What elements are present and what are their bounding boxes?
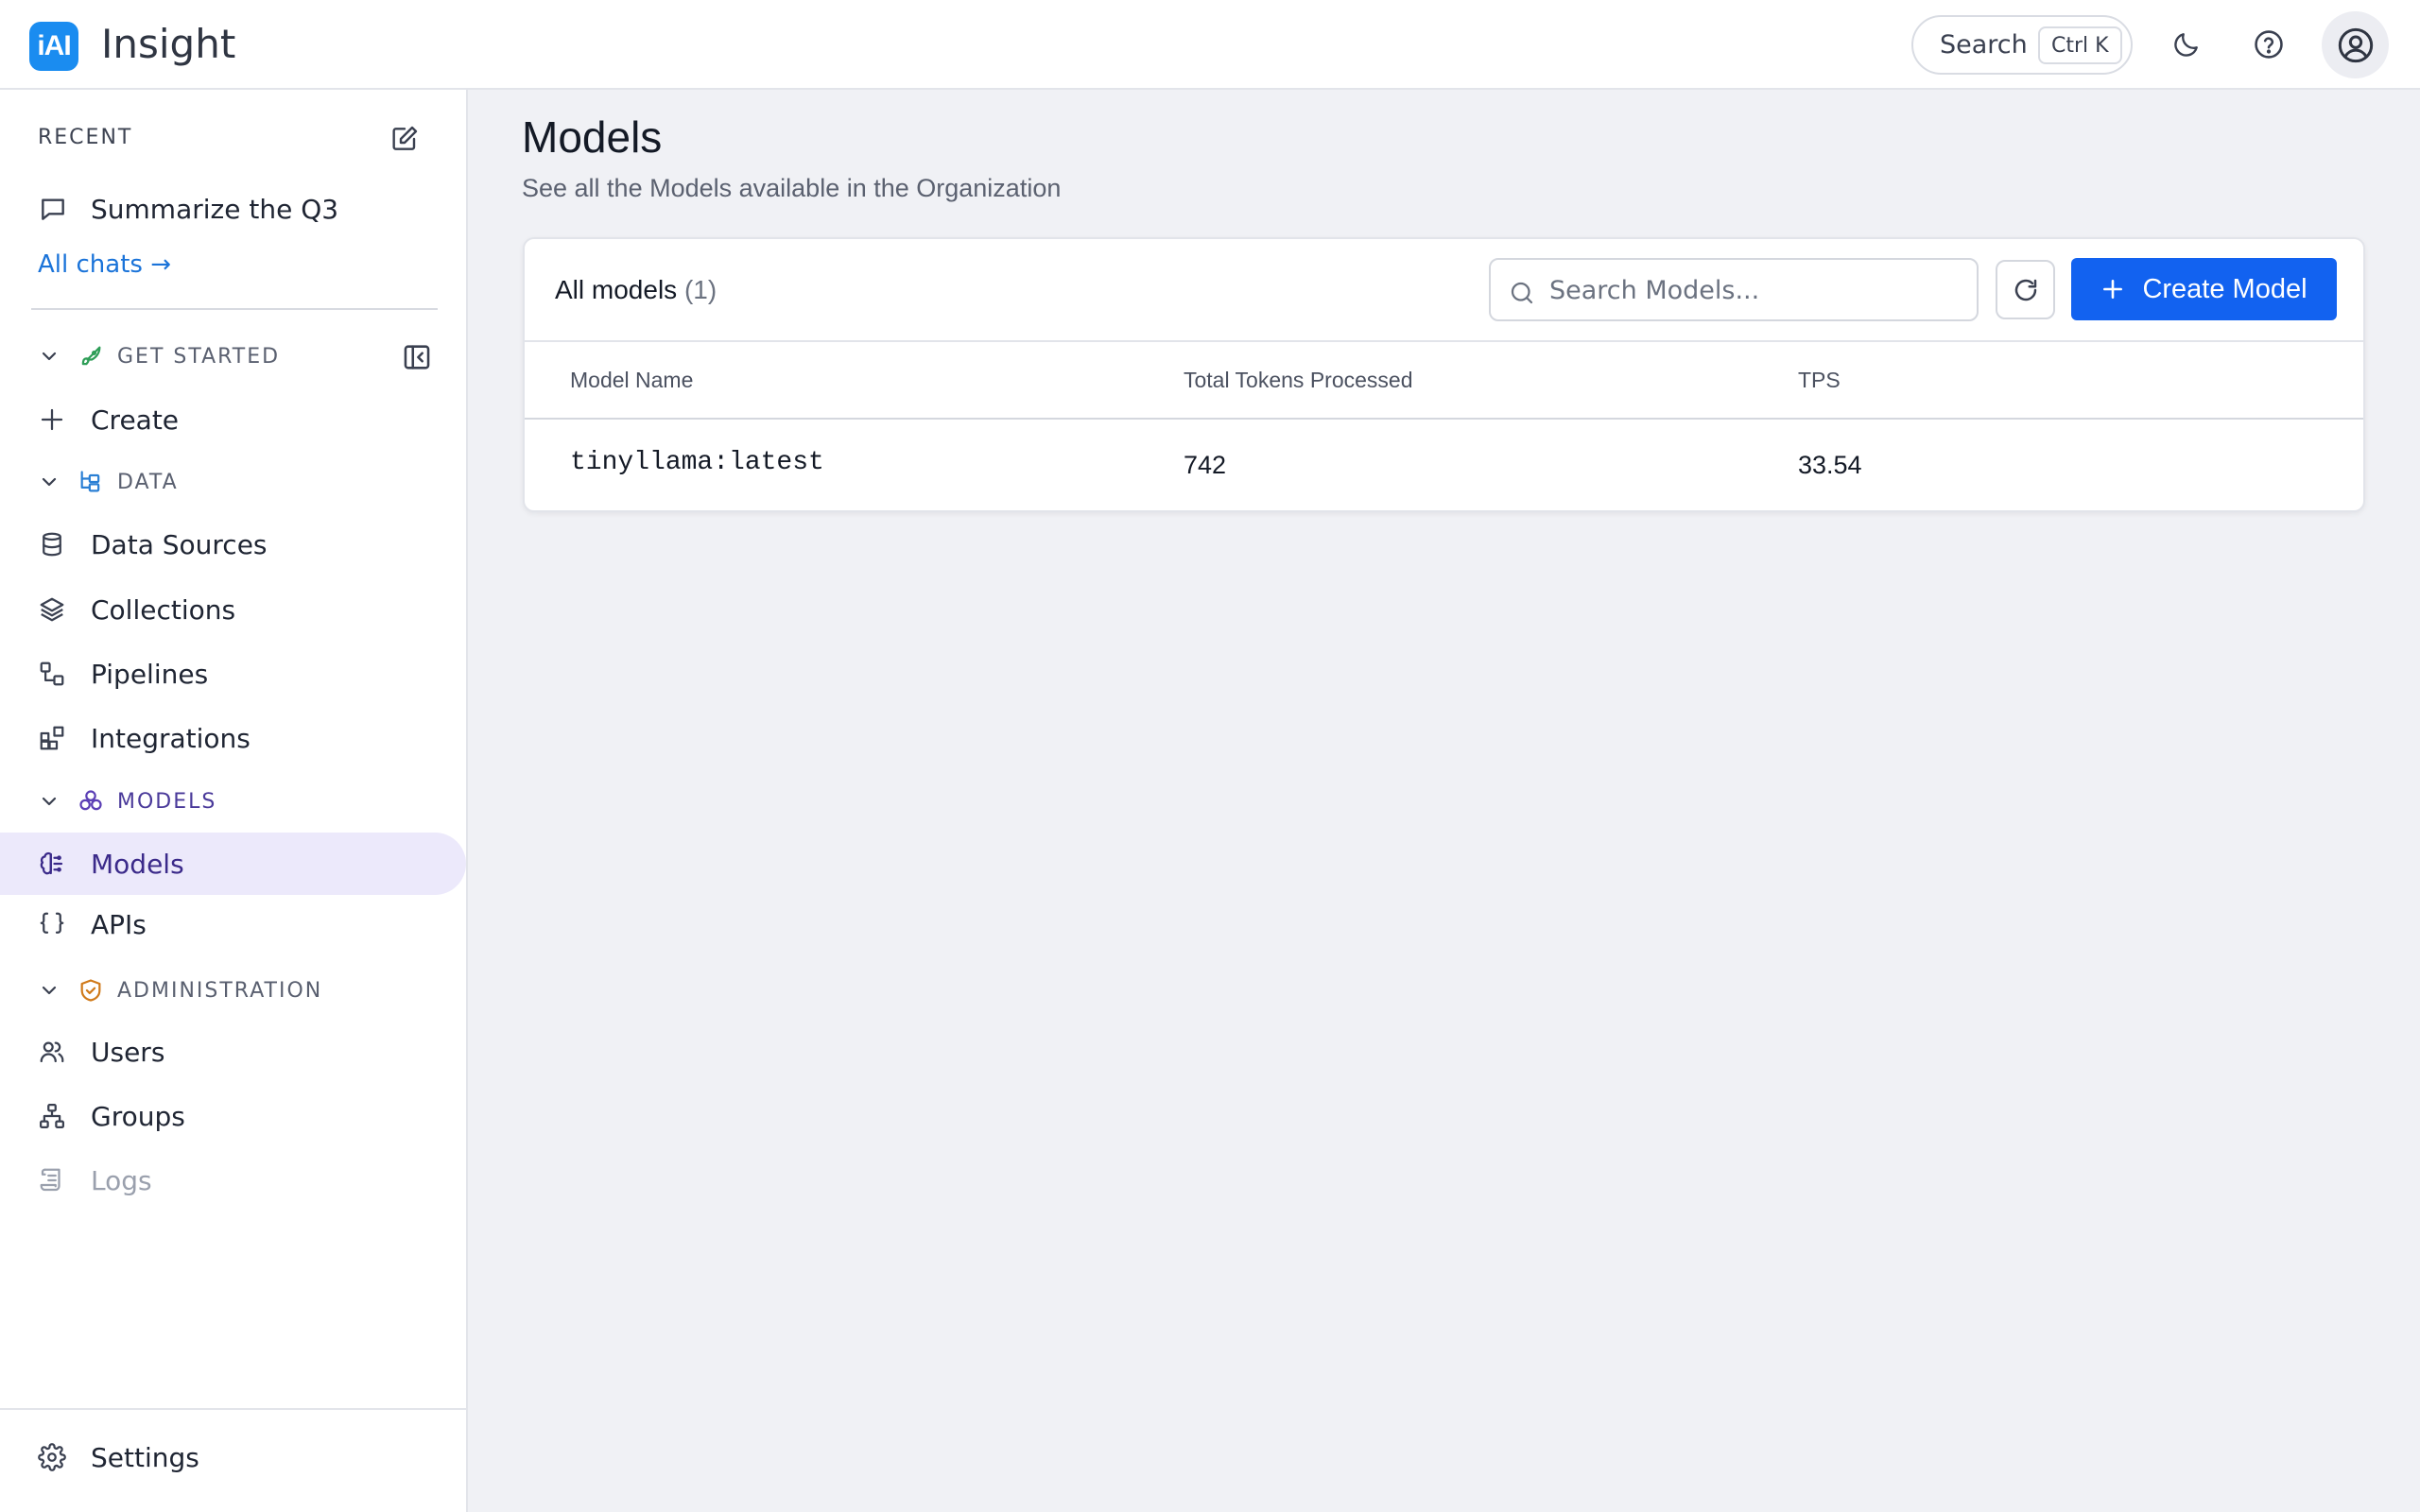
all-chats-link[interactable]: All chats → <box>38 250 171 279</box>
column-header-tps[interactable]: TPS <box>1798 368 1841 393</box>
app-title: Insight <box>101 21 236 67</box>
app-logo[interactable]: iAI <box>29 22 78 71</box>
search-label: Search <box>1940 30 2028 60</box>
scroll-log-icon <box>36 1164 68 1196</box>
sidebar-item-groups[interactable]: Groups <box>0 1085 466 1147</box>
refresh-icon <box>2014 279 2036 301</box>
sidebar-item-create[interactable]: Create <box>0 388 466 451</box>
chevron-down-icon <box>38 979 62 1002</box>
group-models-label: MODELS <box>117 789 217 814</box>
data-tree-icon <box>78 469 106 495</box>
column-header-model-name[interactable]: Model Name <box>570 368 693 393</box>
sidebar-item-pipelines[interactable]: Pipelines <box>0 643 466 705</box>
models-count: (1) <box>683 275 717 304</box>
cell-total-tokens: 742 <box>1184 451 1227 479</box>
sidebar: RECENT Summarize the Q3 All chats → GET … <box>0 90 468 1512</box>
group-administration[interactable]: ADMINISTRATION <box>38 973 322 1007</box>
search-icon <box>1508 279 1536 311</box>
sidebar-item-apis[interactable]: APIs <box>0 893 466 955</box>
group-get-started[interactable]: GET STARTED <box>38 339 280 373</box>
sidebar-item-label: Models <box>91 848 184 880</box>
moon-icon[interactable] <box>2166 24 2207 65</box>
card-title-text: All models <box>555 275 678 304</box>
user-avatar-icon <box>2338 27 2373 62</box>
group-data[interactable]: DATA <box>38 465 179 499</box>
plus-icon <box>36 404 68 436</box>
chevron-down-icon <box>38 790 62 813</box>
chat-bubble-icon <box>42 198 64 220</box>
collapse-sidebar-icon[interactable] <box>401 341 433 377</box>
sidebar-item-label: Logs <box>91 1164 152 1196</box>
brain-icon <box>36 848 68 880</box>
table-header-divider <box>525 418 2363 420</box>
create-model-button[interactable]: Create Model <box>2071 258 2337 320</box>
org-chart-icon <box>36 1100 68 1132</box>
create-model-label: Create Model <box>2142 273 2308 304</box>
layers-icon <box>36 593 68 626</box>
top-bar: iAI Insight Search Ctrl K <box>0 0 2420 90</box>
sidebar-item-label: Settings <box>91 1441 199 1473</box>
rocket-icon <box>78 343 106 369</box>
recent-chat-item[interactable]: Summarize the Q3 <box>38 190 338 228</box>
braces-icon <box>36 908 68 940</box>
refresh-button[interactable] <box>1996 260 2055 319</box>
group-administration-label: ADMINISTRATION <box>117 978 323 1003</box>
gear-icon <box>36 1441 68 1473</box>
user-avatar-button[interactable] <box>2322 11 2389 78</box>
new-chat-icon[interactable] <box>389 124 420 158</box>
global-search-button[interactable]: Search Ctrl K <box>1911 15 2133 75</box>
sidebar-item-label: Pipelines <box>91 658 209 690</box>
search-shortcut-badge: Ctrl K <box>2038 26 2122 64</box>
recent-chat-label: Summarize the Q3 <box>91 193 339 225</box>
cell-tps: 33.54 <box>1798 451 1862 479</box>
card-title: All models (1) <box>555 275 717 305</box>
plus-icon <box>2100 277 2125 301</box>
sidebar-item-data-sources[interactable]: Data Sources <box>0 513 466 576</box>
models-cluster-icon <box>78 788 106 815</box>
sidebar-item-label: Data Sources <box>91 528 268 560</box>
sidebar-item-collections[interactable]: Collections <box>0 578 466 641</box>
chevron-down-icon <box>38 345 62 368</box>
sidebar-item-users[interactable]: Users <box>0 1021 466 1083</box>
sidebar-item-label: Integrations <box>91 722 251 754</box>
cell-model-name[interactable]: tinyllama:latest <box>570 448 824 477</box>
recent-section-label: RECENT <box>38 126 133 149</box>
sidebar-divider <box>31 308 438 310</box>
models-card: All models (1) Create Model Model Name T… <box>523 237 2365 512</box>
search-models-field[interactable] <box>1489 258 1979 321</box>
card-header-divider <box>525 340 2363 342</box>
sidebar-item-settings[interactable]: Settings <box>0 1426 466 1488</box>
help-icon[interactable] <box>2248 24 2290 65</box>
column-header-total-tokens[interactable]: Total Tokens Processed <box>1184 368 1413 393</box>
sidebar-item-label: Groups <box>91 1100 185 1132</box>
database-icon <box>36 528 68 560</box>
sidebar-item-label: APIs <box>91 908 147 940</box>
page-subtitle: See all the Models available in the Orga… <box>522 174 1062 202</box>
sidebar-item-integrations[interactable]: Integrations <box>0 707 466 769</box>
shield-check-icon <box>78 977 106 1004</box>
users-icon <box>36 1036 68 1068</box>
sidebar-item-label: Create <box>91 404 180 436</box>
group-data-label: DATA <box>117 470 179 494</box>
sidebar-item-label: Collections <box>91 593 236 626</box>
group-get-started-label: GET STARTED <box>117 344 281 369</box>
chevron-down-icon <box>38 471 62 493</box>
sidebar-footer-divider <box>0 1408 466 1410</box>
group-models[interactable]: MODELS <box>38 784 216 818</box>
pipeline-icon <box>36 658 68 690</box>
sidebar-item-logs[interactable]: Logs <box>0 1149 466 1211</box>
search-models-input[interactable] <box>1549 269 1965 311</box>
sidebar-item-label: Users <box>91 1036 165 1068</box>
integrations-icon <box>36 722 68 754</box>
page-title: Models <box>522 112 663 162</box>
sidebar-item-models[interactable]: Models <box>0 833 466 895</box>
